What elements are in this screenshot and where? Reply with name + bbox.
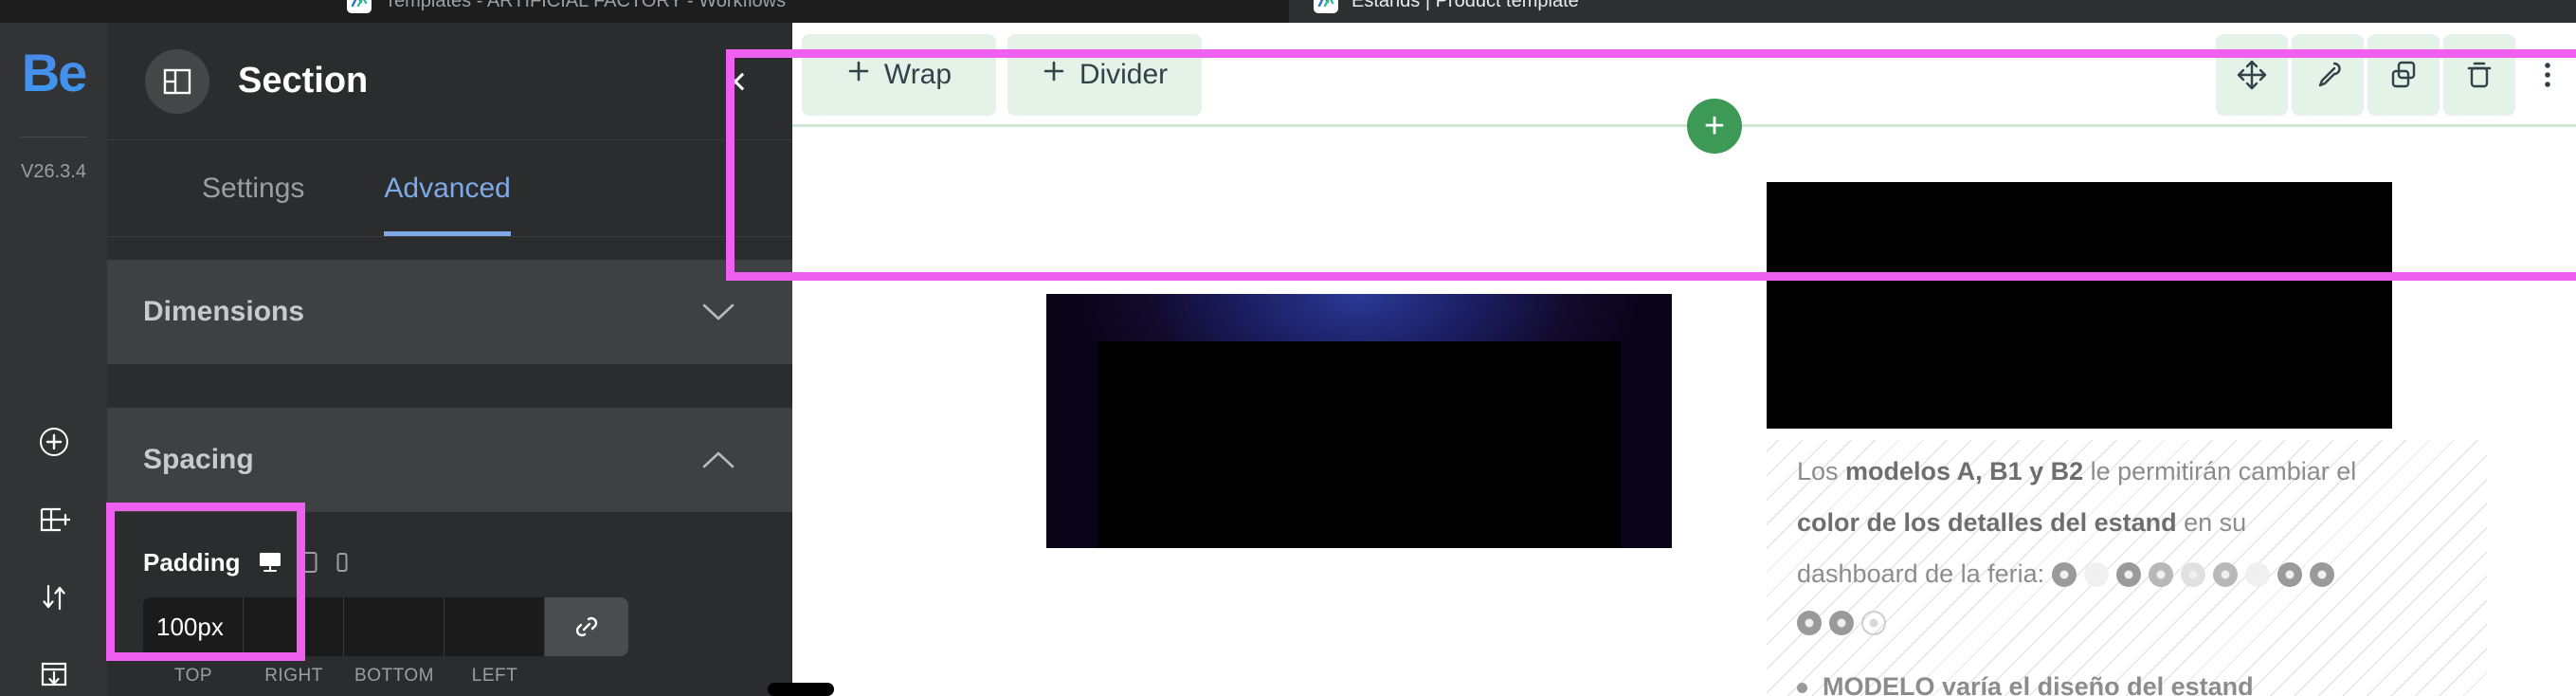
app-favicon [1314, 0, 1338, 13]
brand-logo: Be [0, 42, 107, 103]
plus-icon [1042, 59, 1066, 91]
more-options-icon[interactable] [2519, 34, 2576, 116]
padding-top-input[interactable] [143, 597, 244, 656]
copy-line-5: MODELO varía el diseño del estand [1797, 672, 2254, 696]
padding-label: Padding [143, 547, 241, 577]
swatch-icon[interactable] [2181, 561, 2206, 587]
padding-bottom-label: BOTTOM [354, 666, 434, 686]
app-root: Templates - ARTIFICIAL FACTORY - Workflo… [0, 0, 2576, 696]
insert-divider-label: Divider [1079, 59, 1169, 90]
insert-element-button[interactable]: + [1687, 99, 1742, 154]
panel-gap [107, 237, 792, 260]
copy-line-2: color de los detalles del estand en su [1797, 508, 2246, 538]
browser-tabstrip: Templates - ARTIFICIAL FACTORY - Workflo… [0, 0, 2576, 23]
swatch-icon[interactable] [2052, 561, 2077, 587]
mobile-icon[interactable] [336, 551, 349, 574]
padding-field-labels: TOP RIGHT BOTTOM LEFT [143, 666, 628, 687]
left-rail: Be V26.3.4 [0, 23, 107, 696]
desktop-icon[interactable] [258, 551, 282, 574]
page-title: Section [238, 61, 369, 101]
tablet-icon[interactable] [299, 551, 318, 574]
swatch-icon[interactable] [2277, 561, 2303, 587]
panel-header: Section × [107, 23, 792, 140]
insert-wrap-button[interactable]: Wrap [802, 34, 996, 116]
swatch-icon[interactable] [2310, 561, 2335, 587]
rail-icon-group [0, 421, 107, 696]
chevron-up-icon [701, 449, 735, 470]
copy-line-3-text: dashboard de la feria: [1797, 559, 2045, 588]
stand-copy-block: Los modelos A, B1 y B2 le permitirán cam… [1767, 440, 2487, 696]
accordion-label: Dimensions [143, 296, 305, 327]
accordion-dimensions[interactable]: Dimensions [107, 260, 792, 364]
copy-line-2-bold: color de los detalles del estand [1797, 508, 2177, 537]
panel-tab-bar: Settings Advanced [107, 140, 792, 237]
tab-settings[interactable]: Settings [202, 140, 304, 236]
swatch-icon[interactable] [2084, 561, 2110, 587]
section-layout-icon [145, 48, 209, 114]
duplicate-icon[interactable] [2367, 34, 2440, 116]
move-icon[interactable] [2216, 34, 2288, 116]
padding-right-input[interactable] [244, 597, 344, 656]
accordion-label: Spacing [143, 444, 254, 475]
copy-line-2-post: en su [2176, 508, 2247, 537]
padding-left-input[interactable] [444, 597, 545, 656]
browser-tab-label: Estands | Product template [1351, 0, 1579, 11]
edit-pencil-icon[interactable] [2292, 34, 2364, 116]
bullet-icon [1797, 683, 1807, 694]
app-favicon [347, 0, 372, 13]
version-label: V26.3.4 [21, 161, 86, 182]
copy-line-1: Los modelos A, B1 y B2 le permitirán cam… [1797, 457, 2356, 486]
stand-preview-image-right [1767, 182, 2392, 429]
padding-right-label: RIGHT [264, 666, 323, 686]
stand-preview-image-left [1046, 294, 1672, 548]
browser-tab-active[interactable]: Estands | Product template [1289, 0, 2576, 23]
padding-inputs [143, 597, 628, 656]
swatch-icon[interactable] [2149, 561, 2174, 587]
plus-icon [846, 59, 871, 91]
padding-left-label: LEFT [471, 666, 518, 686]
copy-line-5-bold: MODELO [1823, 672, 1935, 696]
accordion-spacing[interactable]: Spacing [107, 408, 792, 512]
swatch-icon[interactable] [1861, 611, 1886, 635]
section-settings-panel: Section × Settings Advanced Dimensions S… [107, 23, 792, 696]
copy-line-5-post: varía el diseño del estand [1934, 672, 2254, 696]
swatch-icon[interactable] [2245, 561, 2271, 587]
delete-trash-icon[interactable] [2443, 34, 2515, 116]
insert-wrap-label: Wrap [883, 59, 952, 90]
page-canvas: Wrap Divider + Los modelos A, B1 y B2 le… [792, 23, 2576, 696]
swatch-icon[interactable] [1797, 611, 1822, 635]
reorder-arrows-icon[interactable] [33, 577, 75, 618]
element-toolbar [2216, 34, 2576, 116]
insert-divider-button[interactable]: Divider [1007, 34, 1202, 116]
insert-indicator-line [792, 124, 2576, 127]
copy-line-1-post: le permitirán cambiar el [2083, 457, 2357, 485]
scroll-indicator[interactable] [768, 683, 834, 696]
add-circle-icon[interactable] [33, 421, 75, 463]
swatch-icon[interactable] [2116, 561, 2142, 587]
tab-advanced[interactable]: Advanced [384, 140, 512, 236]
swatch-icon[interactable] [2213, 561, 2239, 587]
swatch-icon[interactable] [1829, 611, 1854, 635]
add-section-icon[interactable] [33, 499, 75, 540]
close-icon[interactable]: × [723, 61, 747, 101]
padding-label-spacer [545, 666, 628, 687]
panel-gap [107, 364, 792, 408]
browser-tab-inactive[interactable]: Templates - ARTIFICIAL FACTORY - Workflo… [322, 0, 1279, 23]
link-chain-icon[interactable] [545, 597, 628, 656]
save-template-icon[interactable] [33, 654, 75, 696]
browser-tab-label: Templates - ARTIFICIAL FACTORY - Workflo… [385, 0, 787, 11]
chevron-down-icon [701, 302, 735, 322]
copy-line-1-bold: modelos A, B1 y B2 [1845, 457, 2084, 485]
copy-line-1-pre: Los [1797, 457, 1846, 485]
insert-chip-row: Wrap Divider [802, 34, 1202, 116]
copy-line-4 [1797, 611, 1886, 635]
copy-line-3: dashboard de la feria: [1797, 559, 2335, 589]
padding-control-group: Padding 100px TOP RIGHT BOTTOM LEFT [107, 512, 792, 687]
padding-top-label: TOP [173, 666, 213, 686]
padding-bottom-input[interactable] [344, 597, 444, 656]
padding-label-row: Padding [143, 546, 792, 578]
